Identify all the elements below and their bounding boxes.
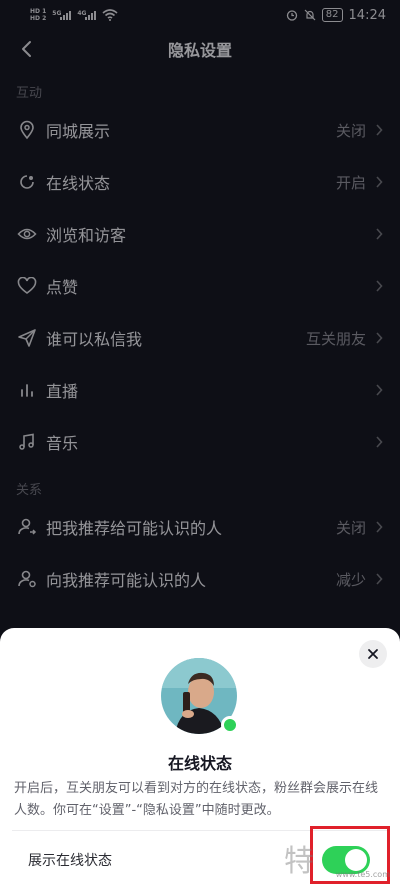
setting-row-music[interactable]: 音乐 (0, 416, 400, 468)
sim-indicators: HD 1 HD 2 (30, 8, 46, 22)
setting-label: 点赞 (46, 278, 79, 297)
alarm-icon (286, 10, 297, 21)
setting-label: 在线状态 (46, 174, 111, 193)
setting-value: 开启 (335, 173, 366, 192)
paper-plane-icon (16, 327, 38, 349)
setting-row-local-display[interactable]: 同城展示 关闭 (0, 104, 400, 156)
chevron-right-icon (374, 123, 384, 137)
location-pin-icon (16, 119, 38, 141)
sim2-label: HD 2 (30, 15, 47, 22)
setting-label: 直播 (46, 382, 79, 401)
online-indicator-dot (221, 716, 239, 734)
user-share-icon (16, 516, 38, 538)
setting-row-online-status[interactable]: 在线状态 开启 (0, 156, 400, 208)
setting-value: 关闭 (335, 518, 366, 537)
status-bar: HD 1 HD 2 5G 4G 82 14:24 (0, 0, 400, 30)
chevron-right-icon (374, 383, 384, 397)
heart-icon (16, 275, 38, 297)
sheet-description: 开启后，互关朋友可以看到对方的在线状态，粉丝群会展示在线人数。你可在“设置”-“… (14, 781, 379, 818)
sim1-label: HD 1 (30, 8, 47, 15)
chevron-right-icon (374, 572, 384, 586)
music-note-icon (16, 431, 38, 453)
chevron-right-icon (374, 175, 384, 189)
avatar-container (161, 658, 239, 734)
status-bar-left: HD 1 HD 2 5G 4G (30, 8, 119, 22)
setting-label: 浏览和访客 (46, 226, 127, 245)
setting-value: 互关朋友 (305, 329, 366, 348)
setting-value: 减少 (335, 570, 366, 589)
chevron-right-icon (374, 279, 384, 293)
toggle-label: 展示在线状态 (28, 852, 112, 869)
network-type-label-2: 4G (77, 10, 87, 17)
setting-row-recommend-me[interactable]: 把我推荐给可能认识的人 关闭 (0, 501, 400, 553)
wifi-icon (102, 9, 119, 21)
clock: 14:24 (348, 7, 386, 23)
chevron-right-icon (374, 435, 384, 449)
chevron-right-icon (374, 520, 384, 534)
setting-label: 同城展示 (46, 122, 111, 141)
sheet-title: 在线状态 (167, 754, 232, 773)
bars-icon (16, 379, 38, 401)
battery-indicator: 82 (321, 8, 343, 22)
close-icon (368, 649, 378, 659)
setting-row-likes[interactable]: 点赞 (0, 260, 400, 312)
network-type-label: 5G (52, 10, 62, 17)
online-status-icon (16, 171, 38, 193)
status-bar-right: 82 14:24 (286, 8, 386, 23)
setting-row-live[interactable]: 直播 (0, 364, 400, 416)
nav-bar: 隐私设置 (0, 30, 400, 68)
user-recommend-icon (16, 568, 38, 590)
setting-label: 把我推荐给可能认识的人 (46, 519, 223, 538)
setting-label: 音乐 (46, 434, 79, 453)
signal-icon: 5G (52, 10, 72, 20)
signal-icon-2: 4G (77, 10, 97, 20)
chevron-left-icon (22, 41, 31, 57)
setting-label: 谁可以私信我 (46, 330, 143, 349)
section-title-relations: 关系 (16, 483, 43, 498)
chevron-right-icon (374, 331, 384, 345)
setting-row-browse-visitors[interactable]: 浏览和访客 (0, 208, 400, 260)
page-title: 隐私设置 (167, 41, 232, 60)
section-title-interaction: 互动 (16, 86, 43, 101)
watermark-logo: 特玩 www.te5.com (284, 836, 394, 884)
setting-row-who-can-message[interactable]: 谁可以私信我 互关朋友 (0, 312, 400, 364)
setting-row-recommend-to-me[interactable]: 向我推荐可能认识的人 减少 (0, 553, 400, 605)
mute-bell-icon (304, 9, 316, 21)
back-button[interactable] (12, 35, 40, 63)
eye-icon (16, 223, 38, 245)
watermark-url: www.te5.com (335, 870, 390, 879)
setting-value: 关闭 (335, 121, 366, 140)
watermark-text: 特玩 (284, 844, 314, 879)
chevron-right-icon (374, 227, 384, 241)
setting-label: 向我推荐可能认识的人 (46, 571, 207, 590)
close-button[interactable] (359, 640, 387, 668)
